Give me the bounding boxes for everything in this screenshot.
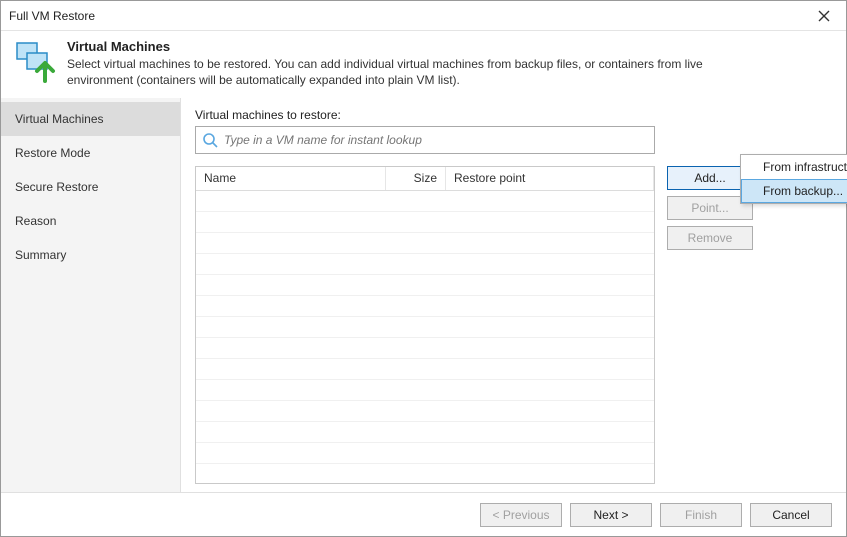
table-row xyxy=(196,191,654,212)
table-header: Name Size Restore point xyxy=(196,167,654,191)
dialog-window: Full VM Restore Virtual Machines Select … xyxy=(0,0,847,537)
table-row xyxy=(196,275,654,296)
table-body xyxy=(196,191,654,483)
cancel-button[interactable]: Cancel xyxy=(750,503,832,527)
vm-restore-icon xyxy=(15,39,59,83)
header-desc: Select virtual machines to be restored. … xyxy=(67,56,747,88)
table-row xyxy=(196,443,654,464)
col-name[interactable]: Name xyxy=(196,167,386,190)
dropdown-from-infrastructure[interactable]: From infrastructure... xyxy=(741,155,847,179)
finish-button: Finish xyxy=(660,503,742,527)
sidebar-item-summary[interactable]: Summary xyxy=(1,238,180,272)
add-dropdown: From infrastructure... From backup... xyxy=(740,154,847,204)
sidebar-item-secure-restore[interactable]: Secure Restore xyxy=(1,170,180,204)
sidebar-item-virtual-machines[interactable]: Virtual Machines xyxy=(1,102,180,136)
table-row xyxy=(196,296,654,317)
titlebar: Full VM Restore xyxy=(1,1,846,31)
table-row xyxy=(196,380,654,401)
search-icon xyxy=(202,132,218,148)
search-input[interactable] xyxy=(218,129,648,151)
table-row xyxy=(196,317,654,338)
header-text: Virtual Machines Select virtual machines… xyxy=(67,39,747,88)
table-row xyxy=(196,254,654,275)
search-box[interactable] xyxy=(195,126,655,154)
wizard-main: Virtual machines to restore: Name Size R… xyxy=(181,98,846,492)
table-row xyxy=(196,401,654,422)
close-button[interactable] xyxy=(808,4,840,28)
table-row xyxy=(196,359,654,380)
action-buttons: Add... Point... Remove xyxy=(667,166,753,484)
remove-button: Remove xyxy=(667,226,753,250)
table-area: Name Size Restore point xyxy=(195,166,832,484)
wizard-header: Virtual Machines Select virtual machines… xyxy=(1,31,846,98)
table-row xyxy=(196,212,654,233)
window-title: Full VM Restore xyxy=(9,9,808,23)
col-size[interactable]: Size xyxy=(386,167,446,190)
next-button[interactable]: Next > xyxy=(570,503,652,527)
wizard-sidebar: Virtual Machines Restore Mode Secure Res… xyxy=(1,98,181,492)
wizard-footer: < Previous Next > Finish Cancel xyxy=(1,492,846,536)
previous-button: < Previous xyxy=(480,503,562,527)
close-icon xyxy=(818,10,830,22)
sidebar-item-restore-mode[interactable]: Restore Mode xyxy=(1,136,180,170)
list-label: Virtual machines to restore: xyxy=(195,108,832,122)
table-row xyxy=(196,233,654,254)
sidebar-item-reason[interactable]: Reason xyxy=(1,204,180,238)
dropdown-from-backup[interactable]: From backup... xyxy=(741,179,847,203)
header-title: Virtual Machines xyxy=(67,39,747,54)
col-restore-point[interactable]: Restore point xyxy=(446,167,654,190)
table-row xyxy=(196,422,654,443)
vm-table: Name Size Restore point xyxy=(195,166,655,484)
wizard-body: Virtual Machines Restore Mode Secure Res… xyxy=(1,98,846,492)
table-row xyxy=(196,338,654,359)
